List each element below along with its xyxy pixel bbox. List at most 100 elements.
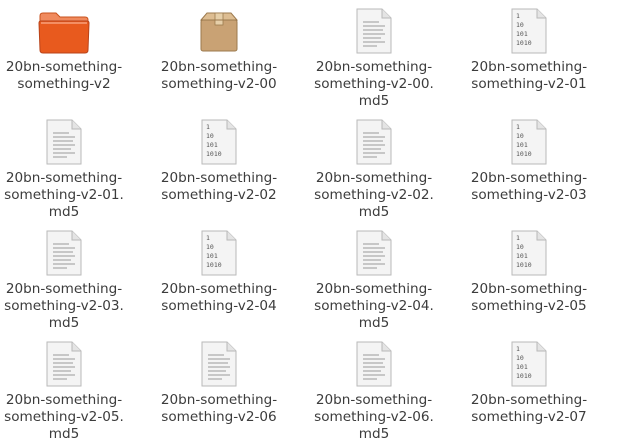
file-label: 20bn-something- something-v2-00. md5 bbox=[299, 59, 449, 110]
file-label-line: 20bn-something- bbox=[5, 170, 123, 186]
file-item-1[interactable]: 20bn-something- something-v2-00 bbox=[144, 4, 294, 112]
file-label-line: md5 bbox=[358, 426, 390, 442]
text-file-icon bbox=[356, 119, 392, 165]
file-label-line: md5 bbox=[48, 426, 80, 442]
icon-slot bbox=[299, 4, 449, 54]
file-label-line: something-v2-01 bbox=[471, 76, 587, 92]
binary-file-icon: 1 10 101 1010 bbox=[511, 119, 547, 165]
file-label-line: something-v2-06 bbox=[161, 409, 277, 425]
file-item-10[interactable]: 20bn-something- something-v2-04. md5 bbox=[299, 226, 449, 334]
file-label-line: 20bn-something- bbox=[470, 170, 588, 186]
file-label: 20bn-something- something-v2-07 bbox=[454, 392, 604, 426]
file-label-line: something-v2-02 bbox=[161, 187, 277, 203]
icon-slot: 1 10 101 1010 bbox=[454, 4, 604, 54]
binary-glyph-text: 10 bbox=[516, 21, 524, 29]
binary-file-icon: 1 10 101 1010 bbox=[201, 230, 237, 276]
file-item-12[interactable]: 20bn-something- something-v2-05. md5 bbox=[0, 337, 139, 445]
binary-glyph-text: 1010 bbox=[516, 150, 532, 158]
binary-glyph-text: 101 bbox=[516, 252, 528, 260]
file-label: 20bn-something- something-v2-06 bbox=[144, 392, 294, 426]
binary-glyph-text: 101 bbox=[516, 141, 528, 149]
file-item-3[interactable]: 1 10 101 1010 20bn-something- something-… bbox=[454, 4, 604, 112]
icon-slot: 1 10 101 1010 bbox=[454, 115, 604, 165]
icon-slot: 1 10 101 1010 bbox=[454, 226, 604, 276]
file-label-line: something-v2-04 bbox=[161, 298, 277, 314]
binary-glyph-text: 1 bbox=[516, 234, 520, 242]
text-file-icon bbox=[46, 119, 82, 165]
text-file-icon bbox=[46, 230, 82, 276]
file-item-6[interactable]: 20bn-something- something-v2-02. md5 bbox=[299, 115, 449, 223]
file-label-line: 20bn-something- bbox=[315, 281, 433, 297]
icon-slot bbox=[0, 4, 139, 54]
file-label-line: 20bn-something- bbox=[315, 392, 433, 408]
binary-glyph-text: 1 bbox=[516, 12, 520, 20]
binary-glyph-text: 101 bbox=[516, 30, 528, 38]
file-item-4[interactable]: 20bn-something- something-v2-01. md5 bbox=[0, 115, 139, 223]
file-label-line: 20bn-something- bbox=[470, 281, 588, 297]
binary-glyph-text: 1010 bbox=[516, 39, 532, 47]
binary-glyph-text: 10 bbox=[516, 243, 524, 251]
binary-glyph-text: 101 bbox=[516, 363, 528, 371]
file-label: 20bn-something- something-v2-04. md5 bbox=[299, 281, 449, 332]
file-label: 20bn-something- something-v2-05. md5 bbox=[0, 392, 139, 443]
file-label: 20bn-something- something-v2-02 bbox=[144, 170, 294, 204]
file-label-line: something-v2-05 bbox=[471, 298, 587, 314]
file-item-7[interactable]: 1 10 101 1010 20bn-something- something-… bbox=[454, 115, 604, 223]
icon-slot bbox=[0, 337, 139, 387]
binary-glyph-text: 1010 bbox=[206, 150, 222, 158]
file-label-line: md5 bbox=[48, 204, 80, 220]
file-item-13[interactable]: 20bn-something- something-v2-06 bbox=[144, 337, 294, 445]
binary-file-icon: 1 10 101 1010 bbox=[511, 341, 547, 387]
text-file-icon bbox=[356, 230, 392, 276]
text-file-icon bbox=[356, 341, 392, 387]
binary-glyph-text: 1010 bbox=[516, 372, 532, 380]
binary-glyph-text: 10 bbox=[516, 354, 524, 362]
file-item-15[interactable]: 1 10 101 1010 20bn-something- something-… bbox=[454, 337, 604, 445]
file-item-9[interactable]: 1 10 101 1010 20bn-something- something-… bbox=[144, 226, 294, 334]
file-label: 20bn-something- something-v2-04 bbox=[144, 281, 294, 315]
binary-file-icon: 1 10 101 1010 bbox=[511, 230, 547, 276]
text-file-icon bbox=[356, 8, 392, 54]
file-label-line: something-v2 bbox=[17, 76, 111, 92]
icon-slot: 1 10 101 1010 bbox=[454, 337, 604, 387]
file-label-line: 20bn-something- bbox=[160, 392, 278, 408]
file-item-0[interactable]: 20bn-something- something-v2 bbox=[0, 4, 139, 112]
folder-icon bbox=[38, 12, 90, 54]
file-label: 20bn-something- something-v2-00 bbox=[144, 59, 294, 93]
file-item-14[interactable]: 20bn-something- something-v2-06. md5 bbox=[299, 337, 449, 445]
file-item-2[interactable]: 20bn-something- something-v2-00. md5 bbox=[299, 4, 449, 112]
icon-slot bbox=[299, 115, 449, 165]
file-item-8[interactable]: 20bn-something- something-v2-03. md5 bbox=[0, 226, 139, 334]
file-label-line: 20bn-something- bbox=[5, 59, 123, 75]
binary-glyph-text: 1010 bbox=[516, 261, 532, 269]
file-label-line: something-v2-04. bbox=[314, 298, 434, 314]
icon-slot bbox=[0, 226, 139, 276]
binary-glyph-text: 1 bbox=[206, 123, 210, 131]
binary-glyph-text: 1 bbox=[516, 345, 520, 353]
binary-glyph-text: 1010 bbox=[206, 261, 222, 269]
file-label: 20bn-something- something-v2-06. md5 bbox=[299, 392, 449, 443]
file-label-line: something-v2-06. bbox=[314, 409, 434, 425]
file-item-11[interactable]: 1 10 101 1010 20bn-something- something-… bbox=[454, 226, 604, 334]
binary-glyph-text: 1 bbox=[516, 123, 520, 131]
file-label-line: 20bn-something- bbox=[470, 59, 588, 75]
icon-slot bbox=[299, 337, 449, 387]
icon-slot: 1 10 101 1010 bbox=[144, 115, 294, 165]
archive-box-icon bbox=[199, 12, 239, 52]
binary-glyph-text: 1 bbox=[206, 234, 210, 242]
file-label-line: md5 bbox=[358, 93, 390, 109]
binary-glyph-text: 101 bbox=[206, 252, 218, 260]
icon-slot bbox=[0, 115, 139, 165]
file-label-line: something-v2-07 bbox=[471, 409, 587, 425]
file-label: 20bn-something- something-v2-05 bbox=[454, 281, 604, 315]
icon-slot bbox=[299, 226, 449, 276]
binary-file-icon: 1 10 101 1010 bbox=[511, 8, 547, 54]
file-label: 20bn-something- something-v2 bbox=[0, 59, 139, 93]
binary-glyph-text: 10 bbox=[206, 243, 214, 251]
file-item-5[interactable]: 1 10 101 1010 20bn-something- something-… bbox=[144, 115, 294, 223]
file-label: 20bn-something- something-v2-03 bbox=[454, 170, 604, 204]
file-label-line: 20bn-something- bbox=[160, 281, 278, 297]
file-label-line: 20bn-something- bbox=[160, 170, 278, 186]
file-label-line: md5 bbox=[358, 315, 390, 331]
file-label: 20bn-something- something-v2-01. md5 bbox=[0, 170, 139, 221]
